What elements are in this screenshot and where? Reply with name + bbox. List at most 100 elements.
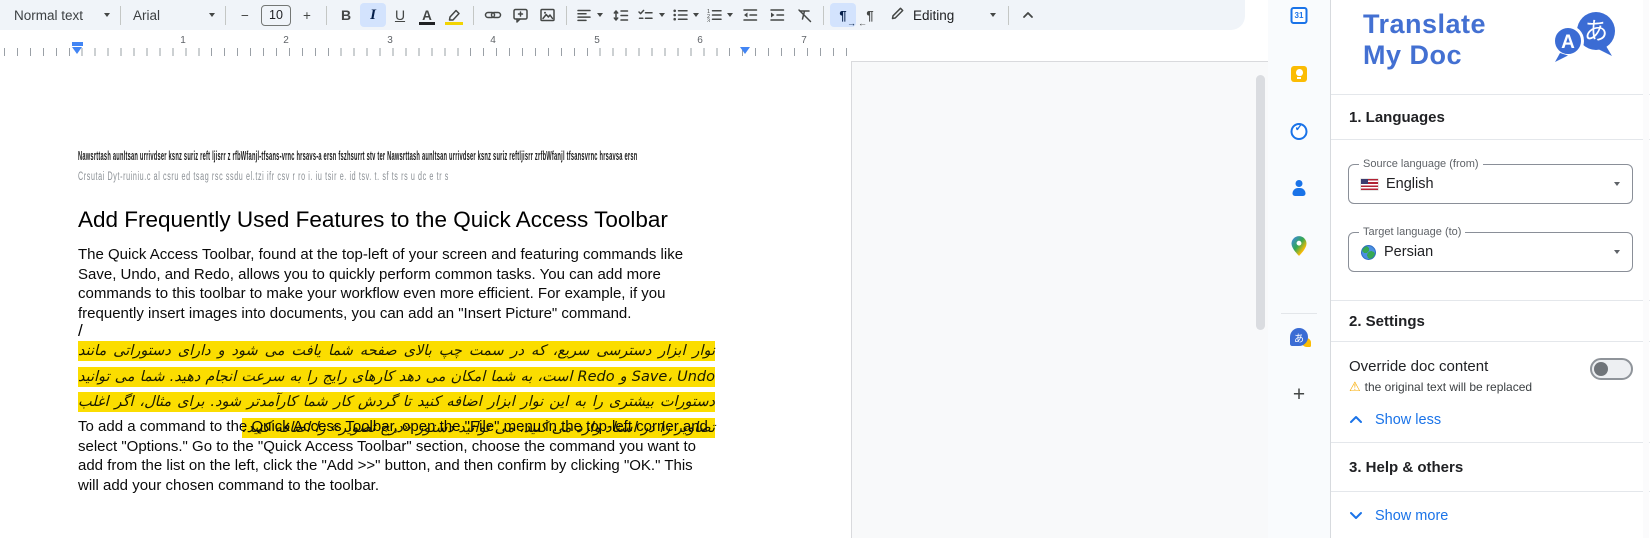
text-color-button[interactable]: A	[414, 3, 440, 27]
hide-menus-button[interactable]	[1015, 3, 1041, 27]
ruler-mark: 2	[283, 35, 289, 46]
calendar-app-button[interactable]: 31	[1290, 7, 1308, 24]
increase-font-size-button[interactable]: +	[294, 3, 320, 27]
highlight-color-swatch	[445, 22, 463, 25]
target-language-select[interactable]: Target language (to) Persian	[1348, 226, 1633, 272]
font-size-value: 10	[269, 8, 283, 22]
chevron-down-icon	[1349, 508, 1363, 524]
formatting-toolbar: Normal text Arial − 10 + B I U A 1 2 3 ¶…	[0, 0, 1245, 30]
garbled-text-line: Crsutai Dyt-ruiniu.c al csru ed tsag rsc…	[78, 171, 450, 183]
override-texts: Override doc content ⚠ the original text…	[1349, 358, 1532, 395]
add-addon-button[interactable]: +	[1293, 383, 1305, 407]
show-more-link[interactable]: Show more	[1349, 508, 1633, 524]
toolbar-divider	[566, 5, 567, 25]
calendar-icon: 31	[1290, 7, 1308, 24]
left-indent-marker[interactable]	[72, 42, 83, 54]
numbered-list-button[interactable]: 123	[703, 3, 736, 27]
chevron-down-icon	[659, 13, 665, 17]
contacts-icon	[1291, 180, 1308, 197]
comment-plus-icon	[512, 7, 529, 23]
translate-addon-icon: あ	[1290, 328, 1311, 347]
document-page[interactable]: Nawsrttash aunltsan urrivdser ksnz suriz…	[0, 61, 851, 538]
override-warning: ⚠ the original text will be replaced	[1349, 379, 1532, 395]
override-setting-row: Override doc content ⚠ the original text…	[1349, 358, 1633, 395]
decrease-font-size-button[interactable]: −	[232, 3, 258, 27]
chevron-down-icon	[1614, 182, 1620, 186]
strip-divider	[1281, 313, 1317, 314]
translate-logo-icon: あ A	[1548, 8, 1622, 71]
toolbar-divider	[326, 5, 327, 25]
svg-text:3: 3	[707, 19, 710, 23]
bulleted-list-button[interactable]	[669, 3, 702, 27]
paragraph-style-select[interactable]: Normal text	[10, 3, 114, 27]
source-language-select[interactable]: Source language (from) English	[1348, 158, 1633, 204]
numbered-list-icon: 123	[706, 8, 722, 22]
line-spacing-icon	[612, 8, 629, 23]
ruler-mark: 3	[387, 35, 393, 46]
garbled-text-line: Nawsrttash aunltsan urrivdser ksnz suriz…	[78, 148, 638, 163]
document-scrollbar-thumb[interactable]	[1256, 75, 1265, 330]
text-color-swatch	[419, 22, 435, 25]
maps-pin-icon	[1291, 236, 1307, 261]
left-indent-triangle-icon	[72, 47, 82, 54]
paragraph-ltr-button[interactable]: ¶ →	[830, 3, 856, 28]
italic-button[interactable]: I	[360, 3, 386, 27]
increase-indent-button[interactable]	[764, 3, 790, 27]
clear-formatting-button[interactable]	[791, 3, 817, 27]
show-more-text: Show more	[1375, 508, 1449, 524]
show-less-link[interactable]: Show less	[1349, 412, 1633, 428]
tasks-app-button[interactable]	[1290, 121, 1308, 140]
keep-app-button[interactable]	[1291, 66, 1307, 82]
toolbar-divider	[1008, 5, 1010, 25]
add-comment-button[interactable]	[507, 3, 533, 27]
highlight-color-button[interactable]	[441, 3, 467, 27]
insert-link-button[interactable]	[480, 3, 506, 27]
source-language-label: Source language (from)	[1359, 158, 1483, 170]
help-title-text: 3. Help & others	[1349, 458, 1464, 476]
right-indent-marker[interactable]	[740, 47, 750, 54]
override-toggle[interactable]	[1590, 358, 1633, 380]
bold-button[interactable]: B	[333, 3, 359, 27]
languages-section-body: Source language (from) English Target la…	[1331, 140, 1650, 300]
underline-button[interactable]: U	[387, 3, 413, 27]
ruler-ticks	[4, 48, 851, 56]
override-label: Override doc content	[1349, 358, 1489, 375]
maps-app-button[interactable]	[1291, 236, 1307, 261]
settings-section-title: 2. Settings	[1331, 300, 1650, 342]
underline-icon: U	[394, 7, 406, 23]
insert-image-button[interactable]	[534, 3, 560, 27]
document-paragraph: The Quick Access Toolbar, found at the t…	[78, 246, 684, 322]
panel-scrollbar-track[interactable]	[1643, 0, 1649, 538]
pencil-icon	[890, 6, 905, 24]
align-left-button[interactable]	[573, 3, 606, 27]
font-size-input[interactable]: 10	[261, 4, 291, 26]
increase-indent-icon	[769, 8, 785, 22]
paragraph-rtl-button[interactable]: ¶ ←	[857, 3, 883, 29]
decrease-indent-button[interactable]	[737, 3, 763, 27]
ruler-mark: 6	[697, 35, 703, 46]
checklist-icon	[637, 8, 654, 22]
translate-my-doc-addon-button[interactable]: あ	[1290, 328, 1311, 347]
chevron-down-icon	[990, 13, 997, 17]
plus-icon: +	[1292, 383, 1306, 406]
help-section-title: 3. Help & others	[1331, 442, 1650, 492]
first-line-indent-handle[interactable]	[72, 42, 83, 46]
toolbar-divider	[473, 5, 474, 25]
italic-icon: I	[370, 6, 376, 23]
minus-icon: −	[241, 7, 249, 23]
logo-line-2: My Doc	[1363, 40, 1463, 70]
clear-formatting-icon	[796, 8, 813, 23]
globe-icon	[1361, 244, 1376, 260]
editing-mode-select[interactable]: Editing	[884, 3, 1002, 27]
line-spacing-button[interactable]	[607, 3, 633, 27]
checklist-button[interactable]	[634, 3, 668, 27]
languages-section-title: 1. Languages	[1331, 95, 1650, 140]
contacts-app-button[interactable]	[1291, 180, 1308, 197]
plus-icon: +	[303, 7, 311, 23]
svg-text:A: A	[1561, 32, 1575, 53]
side-panel-icon-strip: 31 あ +	[1268, 0, 1330, 538]
toolbar-divider	[120, 5, 121, 25]
warning-icon: ⚠	[1349, 379, 1361, 394]
font-family-select[interactable]: Arial	[129, 3, 219, 27]
chevron-down-icon	[104, 13, 110, 17]
